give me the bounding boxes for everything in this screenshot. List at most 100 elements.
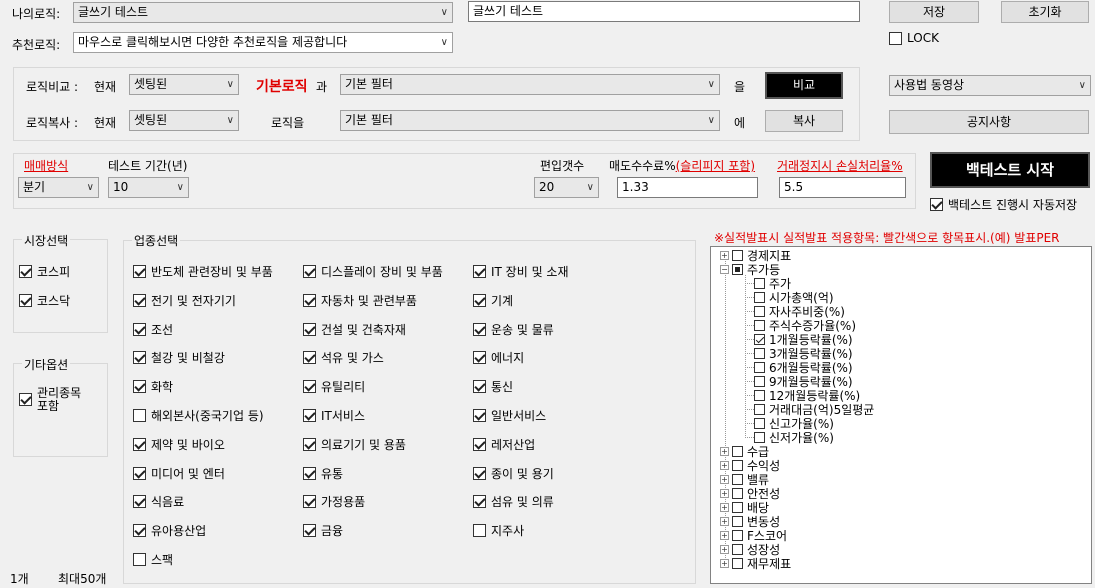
count-select[interactable]: 20 ∨: [534, 177, 599, 198]
expand-icon[interactable]: +: [720, 530, 729, 540]
tree-checkbox[interactable]: [732, 501, 743, 513]
expand-icon[interactable]: +: [720, 250, 729, 260]
expand-icon[interactable]: +: [720, 446, 729, 456]
sector-checkbox[interactable]: [133, 524, 146, 538]
expand-icon[interactable]: +: [720, 558, 729, 568]
sector-checkbox[interactable]: [473, 322, 486, 336]
tree-checkbox[interactable]: [754, 277, 765, 289]
sector-checkbox[interactable]: [473, 437, 486, 451]
sector-item[interactable]: 식음료: [133, 493, 184, 510]
sector-checkbox[interactable]: [133, 437, 146, 451]
stop-input[interactable]: 5.5: [779, 177, 906, 198]
compare-filter-select[interactable]: 기본 필터 ∨: [340, 74, 720, 95]
expand-icon[interactable]: +: [720, 460, 729, 470]
autosave-box[interactable]: [930, 198, 943, 211]
sector-item[interactable]: 건설 및 건축자재: [303, 321, 406, 338]
tree-checkbox[interactable]: [732, 459, 743, 471]
market-kospi[interactable]: 코스피: [19, 263, 70, 280]
lock-box[interactable]: [889, 31, 902, 45]
copy-filter-select[interactable]: 기본 필터 ∨: [340, 110, 720, 131]
sector-checkbox[interactable]: [133, 265, 146, 278]
sector-item[interactable]: 디스플레이 장비 및 부품: [303, 263, 443, 280]
tree-checkbox[interactable]: [732, 473, 743, 485]
sector-item[interactable]: 금융: [303, 522, 343, 539]
tree-checkbox[interactable]: [732, 529, 743, 541]
sector-checkbox[interactable]: [303, 265, 316, 278]
start-backtest-button[interactable]: 백테스트 시작: [930, 152, 1090, 188]
period-select[interactable]: 10 ∨: [108, 177, 189, 198]
sector-item[interactable]: 가정용품: [303, 493, 365, 510]
sector-checkbox[interactable]: [303, 524, 316, 538]
market-kosdaq[interactable]: 코스닥: [19, 292, 70, 309]
tree-checkbox[interactable]: [754, 347, 765, 359]
tree-checkbox[interactable]: [754, 431, 765, 443]
trade-method-select[interactable]: 분기 ∨: [18, 177, 99, 198]
copy-select[interactable]: 셋팅된 ∨: [129, 110, 239, 131]
compare-select[interactable]: 셋팅된 ∨: [129, 74, 239, 95]
sector-item[interactable]: 미디어 및 엔터: [133, 465, 225, 482]
sector-item[interactable]: 철강 및 비철강: [133, 349, 225, 366]
sector-checkbox[interactable]: [133, 322, 146, 336]
tree-checkbox[interactable]: [732, 557, 743, 569]
tree-checkbox[interactable]: [754, 305, 765, 317]
other-managed-stock[interactable]: 관리종목 포함: [19, 387, 81, 413]
sector-checkbox[interactable]: [473, 293, 486, 307]
sector-item[interactable]: 제약 및 바이오: [133, 436, 225, 453]
save-button[interactable]: 저장: [889, 1, 979, 23]
expand-icon[interactable]: +: [720, 474, 729, 484]
logic-name-input[interactable]: 글쓰기 테스트: [468, 1, 860, 22]
sector-item[interactable]: 전기 및 전자기기: [133, 292, 236, 309]
sector-checkbox[interactable]: [473, 351, 486, 365]
sector-checkbox[interactable]: [473, 524, 486, 538]
sector-item[interactable]: 섬유 및 의류: [473, 493, 554, 510]
sector-item[interactable]: IT 장비 및 소재: [473, 263, 569, 280]
sector-checkbox[interactable]: [133, 466, 146, 480]
sector-checkbox[interactable]: [473, 495, 486, 509]
expand-icon[interactable]: +: [720, 516, 729, 526]
kospi-box[interactable]: [19, 265, 32, 278]
sector-item[interactable]: 에너지: [473, 349, 524, 366]
tree-checkbox[interactable]: [732, 445, 743, 457]
tree-checkbox[interactable]: [754, 389, 765, 401]
sector-item[interactable]: 화학: [133, 378, 173, 395]
expand-icon[interactable]: +: [720, 544, 729, 554]
sector-checkbox[interactable]: [303, 322, 316, 336]
tree-checkbox[interactable]: [754, 375, 765, 387]
sector-item[interactable]: 종이 및 용기: [473, 465, 554, 482]
sector-item[interactable]: 석유 및 가스: [303, 349, 384, 366]
notice-button[interactable]: 공지사항: [889, 110, 1089, 134]
tree-checkbox[interactable]: [732, 543, 743, 555]
expand-icon[interactable]: +: [720, 488, 729, 498]
sector-item[interactable]: 유아용산업: [133, 522, 206, 539]
fee-input[interactable]: 1.33: [617, 177, 758, 198]
sector-checkbox[interactable]: [133, 553, 146, 566]
tree-checkbox[interactable]: [732, 487, 743, 499]
tree-checkbox[interactable]: [754, 417, 765, 429]
sector-checkbox[interactable]: [473, 265, 486, 278]
tree-checkbox[interactable]: [754, 291, 765, 303]
sector-item[interactable]: 지주사: [473, 522, 524, 539]
sector-item[interactable]: 해외본사(중국기업 등): [133, 407, 264, 424]
sector-checkbox[interactable]: [473, 380, 486, 394]
collapse-icon[interactable]: −: [720, 264, 729, 274]
sector-checkbox[interactable]: [133, 293, 146, 307]
sector-item[interactable]: 조선: [133, 321, 173, 338]
sector-checkbox[interactable]: [133, 380, 146, 394]
sector-checkbox[interactable]: [303, 466, 316, 480]
lock-checkbox[interactable]: LOCK: [889, 31, 939, 45]
tree-checkbox[interactable]: [732, 515, 743, 527]
sector-checkbox[interactable]: [303, 380, 316, 394]
tree-checkbox[interactable]: [732, 263, 743, 275]
sector-checkbox[interactable]: [303, 409, 316, 422]
my-logic-select[interactable]: 글쓰기 테스트 ∨: [73, 2, 453, 23]
sector-checkbox[interactable]: [303, 437, 316, 451]
tree-checkbox[interactable]: [754, 403, 765, 415]
sector-checkbox[interactable]: [303, 495, 316, 509]
sector-item[interactable]: 통신: [473, 378, 513, 395]
rec-logic-select[interactable]: 마우스로 클릭해보시면 다양한 추천로직을 제공합니다 ∨: [73, 32, 453, 53]
sector-checkbox[interactable]: [473, 409, 486, 422]
reset-button[interactable]: 초기화: [1001, 1, 1089, 23]
autosave-checkbox[interactable]: 백테스트 진행시 자동저장: [930, 196, 1077, 213]
tree-checkbox[interactable]: [754, 333, 765, 345]
sector-item[interactable]: 의료기기 및 용품: [303, 436, 406, 453]
